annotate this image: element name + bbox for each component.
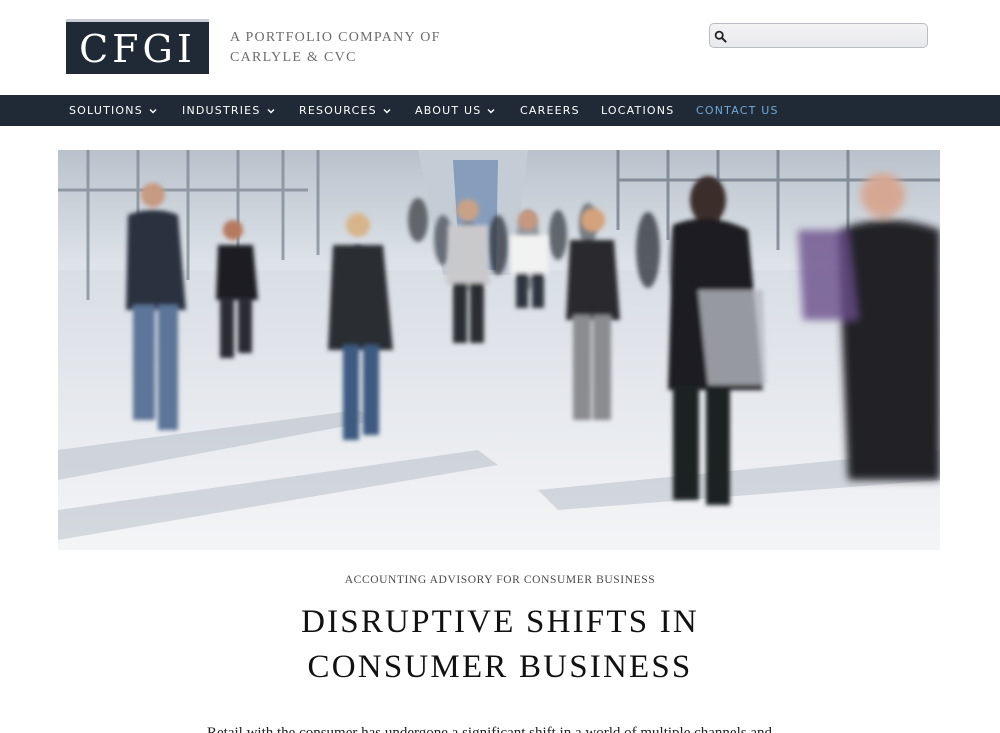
company-tagline: A PORTFOLIO COMPANY OF CARLYLE & CVC <box>230 28 441 68</box>
search-icon[interactable] <box>714 30 727 43</box>
nav-label: CAREERS <box>520 104 580 117</box>
logo-text: CFGI <box>79 26 196 71</box>
nav-item-solutions[interactable]: SOLUTIONS <box>69 95 157 126</box>
headline-line-2: CONSUMER BUSINESS <box>307 649 693 685</box>
cfgi-logo[interactable]: CFGI <box>66 19 209 74</box>
nav-label: LOCATIONS <box>601 104 675 117</box>
chevron-down-icon <box>149 108 157 113</box>
main-nav: SOLUTIONS INDUSTRIES RESOURCES ABOUT US … <box>0 95 1000 126</box>
headline-line-1: DISRUPTIVE SHIFTS IN <box>301 604 699 640</box>
nav-label: CONTACT US <box>696 104 779 117</box>
chevron-down-icon <box>383 108 391 113</box>
tagline-line-1: A PORTFOLIO COMPANY OF <box>230 30 441 45</box>
search-box[interactable] <box>709 23 928 48</box>
nav-item-resources[interactable]: RESOURCES <box>299 95 391 126</box>
section-eyebrow: ACCOUNTING ADVISORY FOR CONSUMER BUSINES… <box>344 574 656 586</box>
nav-label: RESOURCES <box>299 104 377 117</box>
page-headline: DISRUPTIVE SHIFTS IN CONSUMER BUSINESS <box>200 600 800 690</box>
nav-label: SOLUTIONS <box>69 104 143 117</box>
nav-item-careers[interactable]: CAREERS <box>520 95 580 126</box>
intro-paragraph: Retail with the consumer has undergone a… <box>207 725 773 733</box>
nav-label: ABOUT US <box>415 104 482 117</box>
tagline-line-2: CARLYLE & CVC <box>230 50 357 65</box>
search-input[interactable] <box>732 26 926 47</box>
chevron-down-icon <box>487 108 495 113</box>
nav-item-contact-us[interactable]: CONTACT US <box>696 95 779 126</box>
nav-item-locations[interactable]: LOCATIONS <box>601 95 674 126</box>
chevron-down-icon <box>267 108 275 113</box>
nav-item-about-us[interactable]: ABOUT US <box>415 95 495 126</box>
nav-label: INDUSTRIES <box>182 104 261 117</box>
nav-item-industries[interactable]: INDUSTRIES <box>182 95 275 126</box>
hero-image <box>58 150 940 550</box>
concourse-crowd-illustration <box>58 150 940 550</box>
